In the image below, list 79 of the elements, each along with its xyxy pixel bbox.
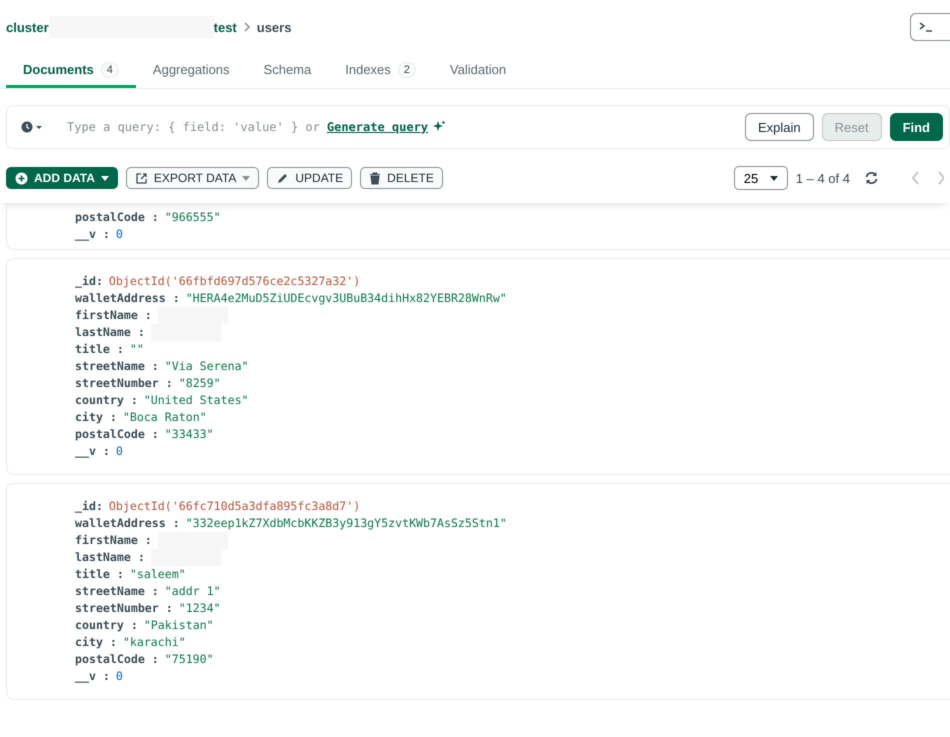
export-button[interactable]: EXPORT DATA — [126, 167, 260, 189]
field-value: "75190" — [164, 651, 214, 668]
tab[interactable]: Indexes 2 — [328, 54, 433, 88]
field-key: streetNumber : — [75, 375, 173, 392]
field-key: streetNumber : — [75, 600, 173, 617]
field-value: "966555" — [164, 209, 221, 226]
add-button[interactable]: ADD DATA — [6, 167, 118, 189]
page-size-select[interactable]: 25 — [734, 166, 788, 190]
field-value: ObjectId('66fbfd697d576ce2c5327a32') — [108, 273, 360, 290]
field-key: walletAddress : — [75, 290, 180, 307]
field-key: _id: — [75, 273, 103, 290]
find-button[interactable]: Find — [890, 113, 943, 141]
field-key: walletAddress : — [75, 515, 180, 532]
field-key: firstName : — [75, 307, 152, 324]
pencil-icon — [276, 172, 290, 184]
field-value: ObjectId('66fc710d5a3dfa895fc3a8d7') — [108, 498, 360, 515]
query-field[interactable]: Type a query: { field: 'value' } or Generate query — [51, 120, 737, 134]
tab[interactable]: Documents 4 — [6, 54, 136, 88]
generate-query-link[interactable]: Generate query — [326, 120, 428, 134]
field-value: "1234" — [178, 600, 221, 617]
field-value: "karachi" — [122, 634, 186, 651]
field-value: "United States" — [144, 392, 249, 409]
query-button[interactable]: Explain — [744, 113, 814, 141]
previous-page-icon[interactable] — [911, 171, 920, 185]
terminal-icon — [919, 21, 935, 33]
chevron-right-icon — [242, 22, 251, 32]
field-key: lastName : — [75, 324, 145, 341]
field-value: "" — [130, 341, 144, 358]
update-button[interactable]: UPDATE — [267, 167, 352, 189]
field-key: __v : — [75, 226, 110, 243]
trash-icon — [369, 172, 382, 184]
caret-icon — [100, 176, 109, 180]
export-icon — [134, 172, 148, 184]
field-value: "8259" — [178, 375, 221, 392]
field-key: firstName : — [75, 532, 152, 549]
next-page-icon[interactable] — [938, 171, 944, 185]
field-key: postalCode : — [75, 426, 159, 443]
field-key: city : — [75, 634, 117, 651]
field-value: "Boca Raton" — [122, 409, 207, 426]
field-value: "saleem" — [130, 566, 186, 583]
field-key: _id: — [75, 498, 103, 515]
field-value: "Via Serena" — [164, 358, 249, 375]
count-badge: 4 — [100, 62, 119, 78]
field-value: "HERA4e2MuD5ZiUDEcvgv3UBuB34dihHx82YEBR28WnRw" — [186, 290, 507, 307]
field-key: title : — [75, 341, 124, 358]
field-value: "33433" — [164, 426, 214, 443]
tab[interactable]: Validation — [432, 54, 524, 88]
field-value: 0 — [116, 226, 123, 243]
database-name[interactable]: test — [214, 20, 237, 34]
plus-circle-icon — [15, 172, 28, 184]
shell-button[interactable] — [910, 13, 950, 41]
field-key: streetName : — [75, 358, 159, 375]
field-key: streetName : — [75, 583, 159, 600]
collection-name: users — [256, 20, 292, 34]
field-key: title : — [75, 566, 124, 583]
caret-icon — [770, 176, 778, 180]
field-value: "332eep1kZ7XdbMcbKKZB3y913gY5zvtKWb7AsSz5Stn1" — [186, 515, 507, 532]
field-value: "Pakistan" — [144, 617, 214, 634]
history-button[interactable] — [21, 121, 43, 133]
field-key: __v : — [75, 668, 110, 685]
field-key: postalCode : — [75, 209, 159, 226]
field-key: country : — [75, 392, 138, 409]
field-key: __v : — [75, 443, 110, 460]
tab[interactable]: Schema — [246, 54, 328, 88]
page-range: 1 – 4 of 4 — [796, 170, 850, 186]
field-value: 0 — [116, 668, 123, 685]
query-placeholder: Type a query: { field: 'value' } or — [67, 120, 320, 134]
field-key: country : — [75, 617, 138, 634]
tab[interactable]: Aggregations — [136, 54, 247, 88]
field-key: postalCode : — [75, 651, 159, 668]
field-key: lastName : — [75, 549, 145, 566]
cluster-name[interactable]: cluster — [6, 20, 49, 34]
field-value: 0 — [116, 443, 123, 460]
field-key: city : — [75, 409, 117, 426]
count-badge: 2 — [398, 62, 416, 78]
refresh-icon[interactable] — [864, 171, 879, 185]
delete-button[interactable]: DELETE — [360, 167, 443, 189]
field-value: "addr 1" — [164, 583, 221, 600]
caret-icon — [242, 176, 250, 180]
